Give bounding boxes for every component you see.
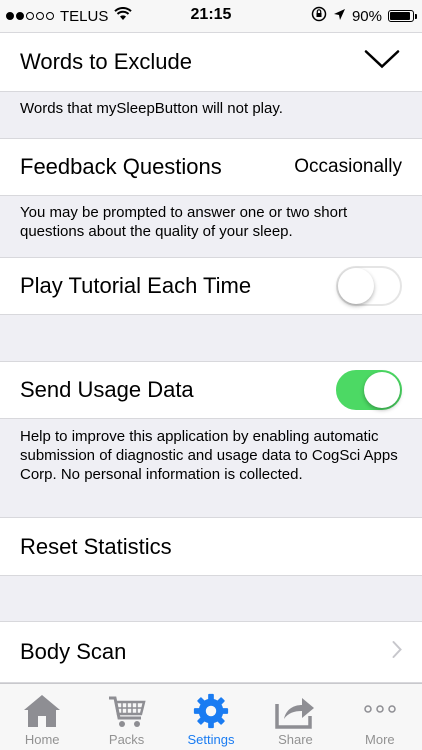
send-usage-data-row: Send Usage Data xyxy=(0,361,422,419)
gear-icon xyxy=(191,692,231,735)
words-to-exclude-note: Words that mySleepButton will not play. xyxy=(20,100,283,117)
reset-statistics-label: Reset Statistics xyxy=(20,533,172,559)
battery-percent: 90% xyxy=(351,7,382,25)
cart-icon xyxy=(107,692,147,735)
feedback-questions-note: You may be prompted to answer one or two… xyxy=(20,204,348,240)
tab-share-label: Share xyxy=(278,732,313,747)
more-icon xyxy=(362,702,398,720)
send-usage-data-label: Send Usage Data xyxy=(20,377,194,402)
tab-home-label: Home xyxy=(24,732,60,747)
location-arrow-icon xyxy=(333,8,346,25)
status-right: 90% xyxy=(311,6,417,26)
tab-share[interactable]: Share xyxy=(253,684,337,750)
send-usage-data-toggle[interactable] xyxy=(336,370,402,410)
chevron-right-icon xyxy=(392,641,402,664)
tab-more[interactable]: More xyxy=(338,684,422,750)
send-usage-data-note: Help to improve this application by enab… xyxy=(20,428,398,483)
body-scan-label: Body Scan xyxy=(20,639,127,664)
tab-packs-label: Packs xyxy=(108,732,145,747)
words-to-exclude-label: Words to Exclude xyxy=(20,49,193,74)
status-bar: TELUS 21:15 90% xyxy=(0,0,422,32)
toggle-knob xyxy=(364,372,400,408)
orientation-lock-icon xyxy=(311,6,327,26)
play-tutorial-toggle[interactable] xyxy=(336,266,402,306)
share-icon xyxy=(274,692,316,735)
battery-icon xyxy=(388,10,417,22)
tab-more-label: More xyxy=(365,732,395,747)
tab-settings[interactable]: Settings xyxy=(169,684,253,750)
tab-bar: Home Packs Settings Share More xyxy=(0,683,422,750)
tab-packs[interactable]: Packs xyxy=(84,684,168,750)
feedback-questions-row[interactable]: Feedback Questions Occasionally xyxy=(0,138,422,196)
words-to-exclude-row[interactable]: Words to Exclude xyxy=(0,32,422,92)
body-scan-row[interactable]: Body Scan xyxy=(0,621,422,683)
toggle-knob xyxy=(338,268,374,304)
play-tutorial-row: Play Tutorial Each Time xyxy=(0,257,422,315)
house-icon xyxy=(22,692,62,735)
reset-statistics-row[interactable]: Reset Statistics xyxy=(0,517,422,576)
chevron-down-icon[interactable] xyxy=(364,50,400,75)
feedback-questions-label: Feedback Questions xyxy=(20,154,222,179)
tab-settings-label: Settings xyxy=(187,732,235,747)
feedback-questions-value[interactable]: Occasionally xyxy=(294,156,402,178)
play-tutorial-label: Play Tutorial Each Time xyxy=(20,273,252,298)
tab-home[interactable]: Home xyxy=(0,684,84,750)
